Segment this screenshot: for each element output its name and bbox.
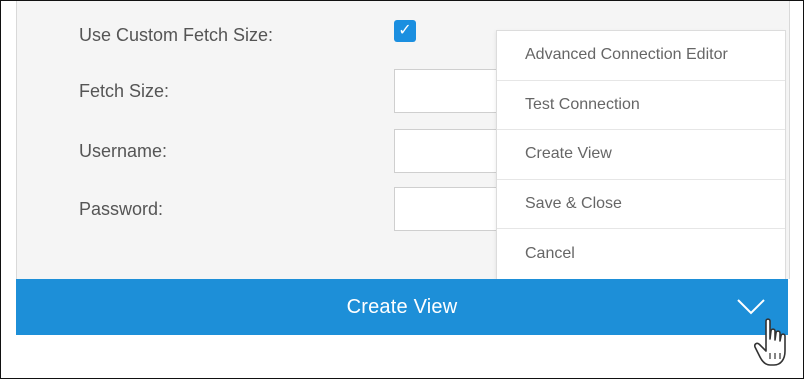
username-label: Username:	[79, 141, 168, 161]
chevron-down-icon[interactable]	[736, 297, 766, 317]
menu-item-test-connection[interactable]: Test Connection	[497, 81, 785, 131]
password-input[interactable]	[394, 187, 504, 231]
connection-dialog: Use Custom Fetch Size: ✓ Fetch Size: Use…	[0, 0, 804, 379]
create-view-button-label: Create View	[346, 295, 458, 318]
menu-item-label: Advanced Connection Editor	[525, 46, 728, 64]
custom-fetch-size-checkbox[interactable]: ✓	[394, 20, 416, 42]
password-label: Password:	[79, 199, 164, 219]
actions-dropdown-menu: Advanced Connection Editor Test Connecti…	[496, 30, 786, 280]
checkmark-icon: ✓	[398, 22, 412, 39]
hand-pointer-icon	[754, 318, 786, 366]
fetch-size-input[interactable]	[394, 69, 504, 113]
menu-item-label: Create View	[525, 145, 612, 163]
menu-item-advanced-connection-editor[interactable]: Advanced Connection Editor	[497, 31, 785, 81]
menu-item-save-close[interactable]: Save & Close	[497, 180, 785, 230]
menu-item-create-view[interactable]: Create View	[497, 130, 785, 180]
fetch-size-label: Fetch Size:	[79, 81, 170, 101]
menu-item-label: Cancel	[525, 245, 575, 263]
username-input[interactable]	[394, 129, 504, 173]
menu-item-cancel[interactable]: Cancel	[497, 229, 785, 279]
custom-fetch-size-label: Use Custom Fetch Size:	[79, 25, 274, 45]
menu-item-label: Test Connection	[525, 95, 640, 113]
menu-item-label: Save & Close	[525, 195, 622, 213]
create-view-button[interactable]: Create View	[16, 279, 788, 335]
